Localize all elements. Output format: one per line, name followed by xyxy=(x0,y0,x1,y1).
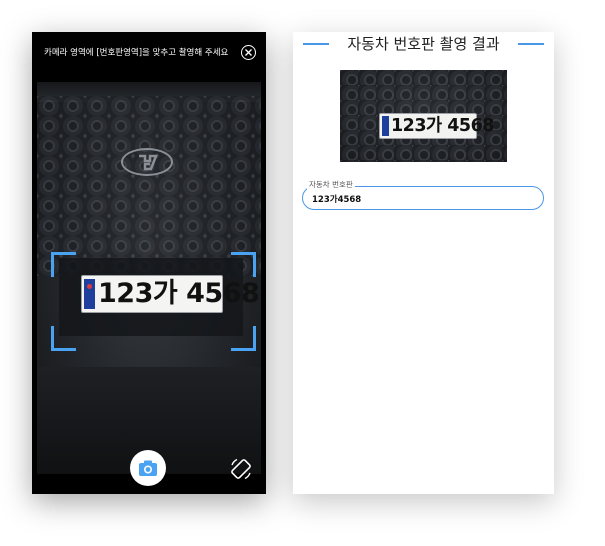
plate-number-value[interactable]: 123가4568 xyxy=(312,193,361,205)
camera-capture-screen: 카메라 영역에 [번호판영역]을 맞추고 촬영해 주세요 123가 4568 xyxy=(32,32,266,494)
thumbnail-plate-number: 123가 4568 xyxy=(391,116,494,136)
result-title: 자동차 번호판 촬영 결과 xyxy=(347,35,500,53)
shutter-button[interactable] xyxy=(130,450,166,486)
focus-corner xyxy=(51,252,76,277)
focus-corner xyxy=(51,326,76,351)
focus-corner xyxy=(231,252,256,277)
close-button[interactable] xyxy=(241,45,256,60)
capture-instruction: 카메라 영역에 [번호판영역]을 맞추고 촬영해 주세요 xyxy=(44,48,229,58)
title-divider xyxy=(518,43,544,45)
license-plate: 123가 4568 xyxy=(81,275,260,313)
focus-corner xyxy=(231,326,256,351)
hyundai-logo xyxy=(121,148,173,176)
captured-plate-image: 123가 4568 xyxy=(340,70,507,162)
thumbnail-plate: 123가 4568 xyxy=(379,113,494,139)
plate-region: 123가 4568 xyxy=(59,258,260,336)
camera-icon xyxy=(139,460,157,476)
close-icon xyxy=(245,49,252,56)
plate-number: 123가 4568 xyxy=(98,278,260,309)
rotate-button[interactable] xyxy=(228,456,254,482)
car-grille xyxy=(37,96,261,276)
rotate-icon xyxy=(231,458,251,480)
plate-number-label: 자동차 번호판 xyxy=(307,180,355,190)
camera-viewfinder: 123가 4568 xyxy=(37,82,261,474)
result-screen: 자동차 번호판 촬영 결과 123가 4568 자동차 번호판 123가4568 xyxy=(293,32,554,494)
